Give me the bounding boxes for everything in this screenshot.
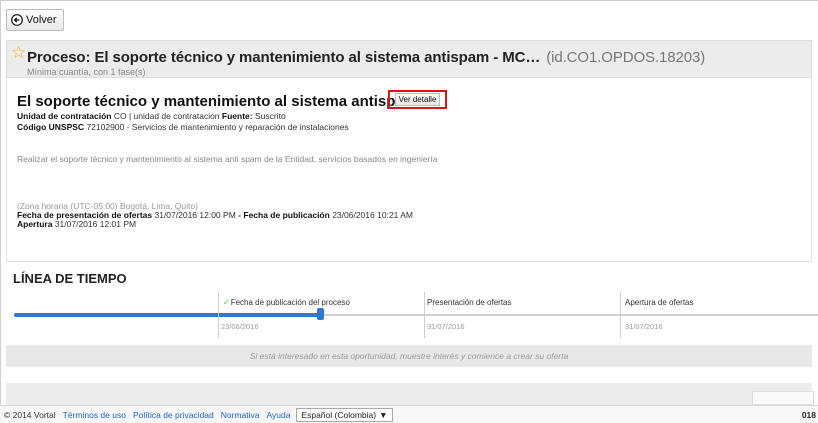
timeline-stage-label: Fecha de publicación del proceso — [230, 298, 350, 307]
timeline-stage-date: 23/06/2016 — [221, 322, 259, 331]
apertura-label: Apertura — [17, 219, 53, 229]
fuente-label: Fuente: — [221, 111, 253, 121]
footer-link-terminos[interactable]: Términos de uso — [63, 410, 126, 420]
process-detail-panel: El soporte técnico y mantenimiento al si… — [6, 78, 812, 261]
process-subtitle: Mínima cuantía, con 1 fase(s) — [27, 67, 146, 77]
timeline-stage-label: Apertura de ofertas — [625, 298, 694, 307]
timeline-stage-apertura: Apertura de ofertas — [625, 298, 693, 307]
publicacion-value: 23/06/2016 10:21 AM — [332, 210, 414, 220]
back-button-label: Volver — [26, 14, 57, 26]
timeline-divider — [218, 292, 219, 338]
timeline-handle[interactable] — [317, 308, 324, 320]
unidad-label: Unidad de contratación — [17, 111, 112, 121]
timeline-title: LÍNEA DE TIEMPO — [13, 271, 127, 286]
language-value: Español (Colombia) — [301, 409, 377, 420]
ver-detalle-highlight: Ver detalle — [388, 90, 447, 109]
footer-code: 018 — [801, 409, 816, 420]
timeline-stage-date: 31/07/2016 — [427, 322, 465, 331]
fechas-dash: - — [238, 210, 241, 220]
unidad-value: CO | unidad de contratacion — [113, 111, 220, 121]
check-icon: ✓ — [223, 298, 230, 307]
timeline-divider — [424, 292, 425, 338]
timeline-stage-date: 31/07/2016 — [625, 322, 663, 331]
presentacion-value: 31/07/2016 12:00 PM — [154, 210, 236, 220]
timeline-progress — [14, 313, 320, 317]
timeline-divider — [620, 292, 621, 338]
chevron-down-icon: ▼ — [379, 409, 388, 420]
collapsed-section-button[interactable] — [752, 391, 814, 405]
process-header: ☆ Proceso: El soporte técnico y mantenim… — [6, 40, 812, 78]
collapsed-section — [6, 383, 812, 405]
footer-copyright: © 2014 Vortal — [4, 409, 56, 420]
footer-link-ayuda[interactable]: Ayuda — [266, 410, 290, 420]
fuente-value: Suscrito — [255, 111, 286, 121]
unspsc-line: Código UNSPSC 72102900 - Servicios de ma… — [17, 122, 349, 132]
star-outline-icon[interactable]: ☆ — [11, 44, 26, 61]
timeline-stage-presentacion: Presentación de ofertas — [427, 298, 512, 307]
back-arrow-circle-icon — [11, 14, 23, 26]
apertura-value: 31/07/2016 12:01 PM — [54, 219, 137, 229]
unidad-line: Unidad de contratación CO | unidad de co… — [17, 111, 286, 121]
footer-link-privacidad[interactable]: Política de privacidad — [133, 410, 214, 420]
process-description: Realizar el soporte técnico y mantenimie… — [17, 154, 438, 164]
process-title: Proceso: El soporte técnico y mantenimie… — [27, 49, 705, 66]
detail-title: El soporte técnico y mantenimiento al si… — [17, 93, 418, 110]
interest-message-bar: Si está interesado en esta oportunidad, … — [6, 345, 812, 367]
back-button[interactable]: Volver — [6, 9, 64, 31]
language-select[interactable]: Español (Colombia) ▼ — [296, 407, 393, 422]
apertura-line: Apertura 31/07/2016 12:01 PM — [17, 219, 136, 229]
section-divider — [6, 261, 812, 262]
process-title-text: Proceso: El soporte técnico y mantenimie… — [27, 49, 541, 66]
ver-detalle-button[interactable]: Ver detalle — [394, 93, 441, 106]
interest-message: Si está interesado en esta oportunidad, … — [249, 351, 569, 361]
timeline-stage-label: Presentación de ofertas — [427, 298, 512, 307]
footer-link-normativa[interactable]: Normativa — [221, 410, 260, 420]
process-id: (id.CO1.OPDOS.18203) — [546, 49, 706, 66]
publicacion-label: Fecha de publicación — [243, 210, 330, 220]
footer: © 2014 Vortal Términos de uso Política d… — [0, 405, 818, 423]
unspsc-label: Código UNSPSC — [17, 122, 85, 132]
timeline-stage-publicacion: ✓Fecha de publicación del proceso — [223, 298, 350, 307]
unspsc-value: 72102900 - Servicios de mantenimiento y … — [86, 122, 349, 132]
